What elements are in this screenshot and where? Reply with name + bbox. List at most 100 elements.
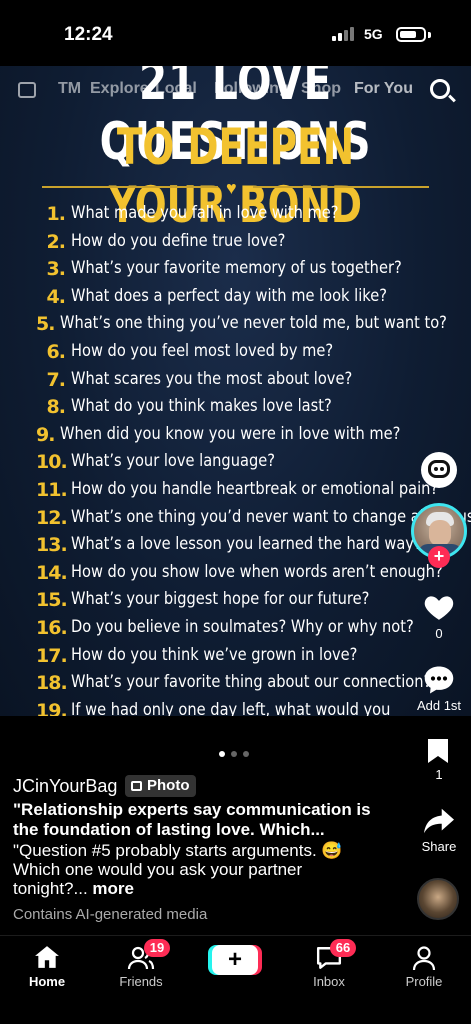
follow-plus-icon[interactable]: + bbox=[428, 546, 450, 568]
question-number: 4. bbox=[46, 285, 66, 308]
question-number: 5. bbox=[36, 313, 55, 336]
tab-shop[interactable]: Shop bbox=[301, 80, 341, 98]
question-row: 16. Do you believe in soulmates? Why or w… bbox=[36, 617, 456, 645]
question-row: 9. When did you know you were in love wit… bbox=[36, 424, 456, 452]
question-text: If we had only one day left, what would … bbox=[71, 699, 391, 716]
question-text: What’s your favorite memory of us togeth… bbox=[71, 258, 402, 279]
question-number: 2. bbox=[46, 230, 66, 253]
question-row: 2. How do you define true love? bbox=[36, 231, 456, 259]
question-row: 11. How do you handle heartbreak or emoti… bbox=[36, 479, 456, 507]
ai-content-label[interactable]: Contains AI-generated media bbox=[13, 906, 207, 923]
author-name[interactable]: JCinYourBag bbox=[13, 776, 117, 797]
search-icon[interactable] bbox=[430, 79, 450, 99]
create-button[interactable]: + bbox=[212, 945, 258, 975]
question-number: 16. bbox=[36, 616, 68, 639]
more-link[interactable]: more bbox=[92, 879, 134, 898]
question-row: 5. What’s one thing you’ve never told me,… bbox=[36, 313, 456, 341]
carousel-dots bbox=[219, 744, 255, 762]
question-text: What’s your favorite thing about our con… bbox=[71, 672, 432, 693]
ai-assistant-button[interactable] bbox=[421, 452, 457, 488]
question-number: 7. bbox=[46, 368, 66, 391]
question-number: 14. bbox=[36, 561, 68, 584]
question-text: What’s your love language? bbox=[71, 451, 275, 472]
question-text: What’s your biggest hope for our future? bbox=[71, 589, 370, 610]
question-row: 17. How do you think we’ve grown in love? bbox=[36, 645, 456, 673]
tab-tm[interactable]: TM bbox=[58, 80, 81, 98]
question-row: 8. What do you think makes love last? bbox=[36, 396, 456, 424]
caption-body-text: "Question #5 probably starts arguments. … bbox=[13, 841, 343, 898]
question-text: What do you think makes love last? bbox=[71, 396, 332, 417]
tab-for-you[interactable]: For You bbox=[354, 80, 413, 98]
question-number: 1. bbox=[46, 203, 66, 225]
comment-count: Add 1st bbox=[416, 698, 462, 713]
question-text: What’s one thing you’ve never told me, b… bbox=[60, 313, 448, 334]
question-list: 1. What made you fall in love with me? 2. H… bbox=[36, 203, 471, 716]
question-text: When did you know you were in love with … bbox=[60, 423, 401, 444]
save-count: 1 bbox=[435, 767, 443, 782]
question-text: How do you define true love? bbox=[71, 230, 286, 251]
tab-inbox-label: Inbox bbox=[313, 974, 345, 989]
top-nav: TM Explore Local Following Shop For You bbox=[0, 80, 471, 102]
question-row: 18. What’s your favorite thing about our … bbox=[36, 672, 456, 700]
comment-icon[interactable] bbox=[421, 662, 457, 698]
question-text: How do you handle heartbreak or emotiona… bbox=[71, 478, 439, 499]
network-label: 5G bbox=[364, 26, 383, 42]
tab-home-label: Home bbox=[28, 974, 66, 989]
question-text: What made you fall in love with me? bbox=[71, 203, 339, 223]
question-text: What scares you the most about love? bbox=[71, 368, 353, 389]
question-row: 4. What does a perfect day with me look l… bbox=[36, 286, 456, 314]
post-image[interactable]: 21 LOVE QUESTIONS TO DEEPEN YOUR BOND ♥ … bbox=[0, 66, 471, 716]
question-number: 15. bbox=[36, 589, 68, 612]
like-count: 0 bbox=[435, 626, 443, 641]
tab-local[interactable]: Local bbox=[155, 80, 197, 98]
question-number: 10. bbox=[36, 451, 68, 474]
question-text: How do you feel most loved by me? bbox=[71, 340, 334, 361]
caption-title[interactable]: "Relationship experts say communication … bbox=[13, 800, 373, 840]
tab-explore[interactable]: Explore bbox=[90, 80, 149, 98]
question-text: How do you show love when words aren’t e… bbox=[71, 561, 443, 582]
battery-icon bbox=[396, 27, 426, 42]
bottom-nav: Home 19 Friends + 66 Inbox Profile bbox=[0, 935, 471, 1024]
question-number: 17. bbox=[36, 644, 68, 667]
profile-icon bbox=[412, 946, 436, 971]
question-number: 9. bbox=[36, 423, 55, 446]
question-row: 12. What’s one thing you’d never want to … bbox=[36, 506, 471, 535]
divider-left bbox=[42, 186, 218, 188]
question-text: What does a perfect day with me look lik… bbox=[71, 285, 387, 306]
tab-friends-label: Friends bbox=[119, 974, 163, 989]
question-row: 15. What’s your biggest hope for our futu… bbox=[36, 589, 456, 617]
question-row: 14. How do you show love when words aren’… bbox=[36, 562, 456, 590]
question-text: How do you think we’ve grown in love? bbox=[71, 644, 358, 665]
signal-icon bbox=[332, 27, 356, 41]
question-number: 6. bbox=[46, 340, 66, 363]
question-number: 12. bbox=[36, 506, 68, 529]
ai-face-icon bbox=[428, 460, 450, 478]
question-row: 7. What scares you the most about love? bbox=[36, 369, 456, 397]
home-icon bbox=[35, 946, 59, 968]
battery-tip bbox=[428, 32, 431, 38]
question-text: Do you believe in soulmates? Why or why … bbox=[71, 616, 414, 637]
music-disc[interactable] bbox=[417, 878, 459, 920]
question-number: 18. bbox=[36, 672, 68, 695]
share-label: Share bbox=[421, 839, 457, 854]
question-row: 10. What’s your love language? bbox=[36, 451, 456, 479]
tab-following[interactable]: Following bbox=[214, 80, 289, 98]
question-text: What’s a love lesson you learned the har… bbox=[71, 534, 422, 555]
heart-icon[interactable] bbox=[422, 590, 456, 624]
status-bar: 12:24 5G bbox=[0, 0, 471, 66]
question-number: 19. bbox=[36, 699, 68, 716]
question-row: 3. What’s your favorite memory of us toge… bbox=[36, 258, 456, 286]
bookmark-icon[interactable] bbox=[426, 737, 450, 765]
question-row: 19. If we had only one day left, what wou… bbox=[36, 700, 456, 716]
question-row: 13. What’s a love lesson you learned the … bbox=[36, 534, 456, 562]
share-icon[interactable] bbox=[422, 806, 456, 836]
tab-profile-label: Profile bbox=[405, 974, 443, 989]
status-time: 12:24 bbox=[64, 24, 113, 45]
caption-body[interactable]: "Question #5 probably starts arguments. … bbox=[13, 841, 373, 898]
question-number: 13. bbox=[36, 534, 68, 557]
inbox-badge: 66 bbox=[330, 939, 356, 957]
question-row: 1. What made you fall in love with me? bbox=[36, 203, 456, 231]
question-row: 6. How do you feel most loved by me? bbox=[36, 341, 456, 369]
question-number: 11. bbox=[36, 478, 68, 501]
question-number: 8. bbox=[46, 396, 66, 419]
